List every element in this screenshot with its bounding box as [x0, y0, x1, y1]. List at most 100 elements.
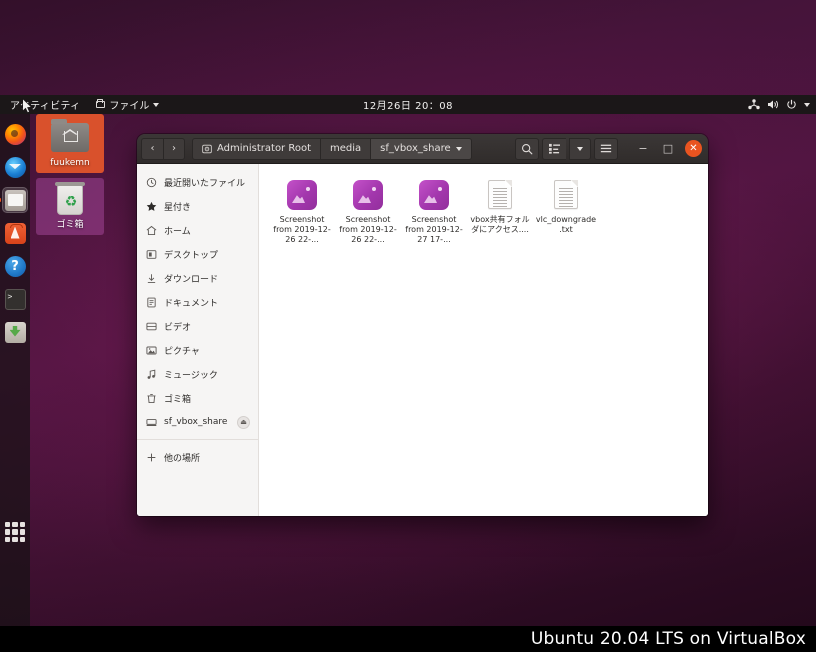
file-grid[interactable]: Screenshot from 2019-12-26 22-... Screen… [259, 164, 708, 516]
places-sidebar: 最近開いたファイル 星付き ホーム デスクトップ ダウンロード ドキュメント ビ… [137, 164, 259, 516]
screenshot-caption: Ubuntu 20.04 LTS on VirtualBox [0, 626, 816, 652]
desktop-icon-home[interactable]: fuukemn [36, 114, 104, 173]
activities-button[interactable]: アクティビティ [0, 97, 88, 112]
back-button[interactable]: ‹ [141, 137, 163, 160]
file-item[interactable]: Screenshot from 2019-12-27 17-... [401, 176, 467, 249]
file-item[interactable]: vbox共有フォルダにアクセス.... [467, 176, 533, 249]
forward-button[interactable]: › [163, 137, 185, 160]
list-view-icon [549, 143, 560, 154]
sidebar-item-label: ホーム [164, 226, 191, 237]
sidebar-item-home[interactable]: ホーム [137, 218, 258, 242]
window-body: 最近開いたファイル 星付き ホーム デスクトップ ダウンロード ドキュメント ビ… [137, 164, 708, 516]
drive-icon [145, 416, 157, 428]
image-file-icon [419, 180, 449, 210]
chevron-down-icon[interactable] [804, 102, 810, 107]
sidebar-item-downloads[interactable]: ダウンロード [137, 266, 258, 290]
terminal-icon [4, 288, 26, 310]
clock-icon [145, 176, 157, 188]
app-menu-files[interactable]: ファイル [88, 97, 167, 112]
minimize-button[interactable]: − [632, 138, 654, 160]
sidebar-divider [137, 439, 258, 440]
breadcrumb-item-media[interactable]: media [321, 137, 372, 160]
sidebar-item-videos[interactable]: ビデオ [137, 314, 258, 338]
trash-icon [145, 392, 157, 404]
home-folder-icon [51, 119, 89, 155]
sidebar-item-other-locations[interactable]: 他の場所 [137, 445, 258, 469]
dock-item-software[interactable] [2, 220, 28, 246]
help-icon: ? [4, 255, 26, 277]
software-icon [4, 222, 26, 244]
breadcrumb-label: Administrator Root [217, 143, 312, 154]
power-icon [787, 99, 796, 109]
system-indicators[interactable] [748, 99, 810, 110]
sidebar-item-documents[interactable]: ドキュメント [137, 290, 258, 314]
text-file-icon [485, 180, 515, 210]
caption-text: Ubuntu 20.04 LTS on VirtualBox [530, 629, 806, 649]
hamburger-menu-icon [600, 144, 612, 153]
window-headerbar: ‹ › Administrator Root media sf_vbox_sha… [137, 134, 708, 164]
file-name: Screenshot from 2019-12-26 22-... [339, 215, 397, 244]
file-manager-window: ‹ › Administrator Root media sf_vbox_sha… [137, 134, 708, 516]
chevron-down-icon [455, 146, 462, 151]
close-button[interactable]: ✕ [685, 140, 702, 157]
file-item[interactable]: Screenshot from 2019-12-26 22-... [269, 176, 335, 249]
maximize-button[interactable]: □ [657, 138, 679, 160]
thunderbird-icon [4, 156, 26, 178]
star-icon [145, 200, 157, 212]
sidebar-item-label: 最近開いたファイル [164, 178, 246, 189]
app-menu-label: ファイル [109, 101, 150, 112]
dock-item-terminal[interactable] [2, 286, 28, 312]
main-menu-button[interactable] [594, 137, 618, 160]
breadcrumb-item-current[interactable]: sf_vbox_share [371, 137, 472, 160]
sidebar-item-sf-vbox-share[interactable]: sf_vbox_share ⏏ [137, 410, 258, 434]
dock-item-store[interactable] [2, 319, 28, 345]
sidebar-item-pictures[interactable]: ピクチャ [137, 338, 258, 362]
sidebar-item-label: 星付き [164, 202, 192, 213]
sidebar-item-music[interactable]: ミュージック [137, 362, 258, 386]
file-item[interactable]: vlc_downgrade.txt [533, 176, 599, 249]
sidebar-item-label: ミュージック [164, 370, 218, 381]
sidebar-item-recent[interactable]: 最近開いたファイル [137, 170, 258, 194]
store-icon [4, 321, 26, 343]
sidebar-item-desktop[interactable]: デスクトップ [137, 242, 258, 266]
show-applications-button[interactable] [5, 522, 25, 542]
network-icon [748, 99, 760, 110]
desktop-icon [145, 248, 157, 260]
desktop-icon-label: ゴミ箱 [56, 220, 84, 230]
dock-item-files[interactable] [2, 187, 28, 213]
search-button[interactable] [515, 137, 539, 160]
file-name: Screenshot from 2019-12-27 17-... [405, 215, 463, 244]
trash-icon: ♻ [51, 182, 89, 217]
sidebar-item-label: ダウンロード [164, 274, 219, 285]
sidebar-item-label: ドキュメント [164, 298, 219, 309]
sidebar-item-starred[interactable]: 星付き [137, 194, 258, 218]
firefox-icon [4, 123, 26, 145]
file-item[interactable]: Screenshot from 2019-12-26 22-... [335, 176, 401, 249]
desktop-icon-trash[interactable]: ♻ ゴミ箱 [36, 178, 104, 235]
video-icon [145, 320, 157, 332]
chevron-down-icon [577, 146, 583, 151]
clock[interactable]: 12月26日 20：08 [308, 97, 508, 112]
breadcrumb-item-root[interactable]: Administrator Root [192, 137, 322, 160]
volume-icon [768, 100, 779, 109]
desktop-icon-label: fuukemn [50, 158, 90, 168]
view-list-button[interactable] [542, 137, 566, 160]
dock-item-thunderbird[interactable] [2, 154, 28, 180]
sidebar-item-label: ビデオ [164, 322, 192, 333]
eject-icon[interactable]: ⏏ [237, 415, 250, 429]
document-icon [145, 296, 157, 308]
plus-icon [145, 451, 157, 463]
search-icon [521, 143, 533, 154]
file-name: vbox共有フォルダにアクセス.... [470, 215, 530, 234]
chevron-down-icon [153, 102, 160, 107]
sidebar-item-trash[interactable]: ゴミ箱 [137, 386, 258, 410]
dock-item-firefox[interactable] [2, 121, 28, 147]
image-file-icon [353, 180, 383, 210]
breadcrumb: Administrator Root media sf_vbox_share [192, 137, 472, 160]
dock-item-help[interactable]: ? [2, 253, 28, 279]
download-icon [145, 272, 157, 284]
image-file-icon [287, 180, 317, 210]
view-options-dropdown[interactable] [569, 137, 591, 160]
sidebar-item-label: ゴミ箱 [164, 394, 192, 405]
picture-icon [145, 344, 157, 356]
